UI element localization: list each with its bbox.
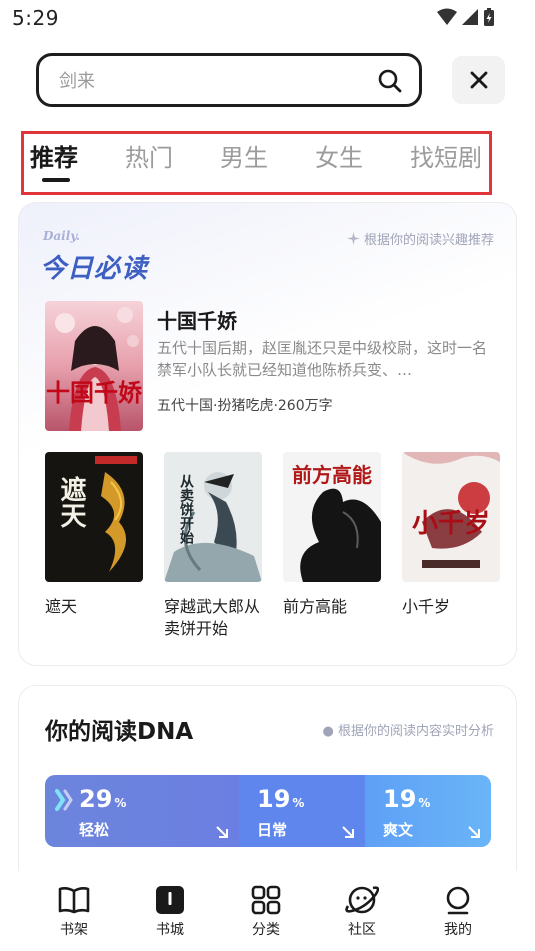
book-cover[interactable]: 小千岁 <box>402 452 500 582</box>
dna-segment[interactable]: 29% 轻松 <box>45 775 239 847</box>
book-cover[interactable]: 前方高能 <box>283 452 381 582</box>
wifi-icon <box>437 8 457 25</box>
dna-tip-text: 根据你的阅读内容实时分析 <box>337 724 494 739</box>
dna-percent: 29 <box>79 785 113 813</box>
close-button[interactable] <box>452 56 505 104</box>
nav-label: 书架 <box>60 922 88 938</box>
book-cover-text: 小千岁 <box>412 508 490 539</box>
nav-item-category[interactable]: 分类 <box>236 883 296 939</box>
book-title: 遮天 <box>45 597 78 616</box>
search-input[interactable] <box>59 68 359 94</box>
nav-label: 我的 <box>444 922 472 938</box>
search-box[interactable] <box>36 53 422 107</box>
book-item[interactable]: 从卖饼开始 穿越武大郎从卖饼开始 <box>164 452 264 640</box>
book-cover-text: 前方高能 <box>292 463 372 487</box>
nav-label: 书城 <box>156 922 184 938</box>
daily-recommend-card: Daily. 今日必读 根据你的阅读兴趣推荐 十国千娇 十国千娇 五代十国后期，… <box>18 202 517 666</box>
recommend-tip-text: 根据你的阅读兴趣推荐 <box>363 233 494 248</box>
dna-label: 日常 <box>257 821 288 839</box>
daily-title: 今日必读 <box>40 254 149 284</box>
dna-percent: 19 <box>257 785 291 813</box>
sparkle-icon <box>346 232 360 245</box>
book-cover[interactable]: 遮天 <box>45 452 143 582</box>
status-bar: 5:29 <box>0 0 535 36</box>
daily-label: Daily. <box>43 229 81 243</box>
tab-hot[interactable]: 热门 <box>125 138 173 173</box>
arrow-down-right-icon <box>468 826 480 838</box>
nav-label: 社区 <box>348 922 376 938</box>
book-item[interactable]: 小千岁 小千岁 <box>402 452 502 618</box>
nav-item-community[interactable]: 社区 <box>332 883 392 939</box>
status-time: 5:29 <box>12 6 59 30</box>
nav-item-bookstore[interactable]: 书城 <box>140 883 200 939</box>
featured-book-meta: 五代十国·扮猪吃虎·260万字 <box>157 398 333 414</box>
dna-unit: % <box>114 796 127 810</box>
tab-male[interactable]: 男生 <box>220 138 268 173</box>
recommend-tip: 根据你的阅读兴趣推荐 <box>346 229 494 248</box>
bookstore-icon <box>156 886 184 914</box>
tab-recommend[interactable]: 推荐 <box>30 138 78 173</box>
featured-book-desc: 五代十国后期，赵匡胤还只是中级校尉，这时一名禁军小队长就已经知道他陈桥兵变、… <box>157 339 488 379</box>
nav-item-bookshelf[interactable]: 书架 <box>44 883 104 939</box>
tab-female[interactable]: 女生 <box>315 138 363 173</box>
featured-book-title[interactable]: 十国千娇 <box>157 305 237 334</box>
dna-unit: % <box>418 796 431 810</box>
dna-segment[interactable]: 19% 爽文 <box>365 775 491 847</box>
planet-icon <box>345 886 379 914</box>
arrow-down-right-icon <box>216 826 228 838</box>
k-logo-icon <box>55 789 73 811</box>
profile-icon <box>446 886 470 915</box>
book-item[interactable]: 遮天 遮天 <box>45 452 145 618</box>
nav-item-profile[interactable]: 我的 <box>428 883 488 939</box>
arrow-down-right-icon <box>342 826 354 838</box>
book-cover-text: 遮天 <box>56 475 86 528</box>
dna-segment[interactable]: 19% 日常 <box>239 775 365 847</box>
dna-bar: 29% 轻松 19% 日常 19% 爽文 <box>45 775 491 847</box>
tab-active-indicator <box>42 178 70 182</box>
book-cover[interactable]: 从卖饼开始 <box>164 452 262 582</box>
book-item[interactable]: 前方高能 前方高能 <box>283 452 383 618</box>
bookshelf-icon <box>58 887 90 914</box>
book-title: 穿越武大郎从卖饼开始 <box>164 597 261 638</box>
book-title: 前方高能 <box>283 597 348 616</box>
dna-title: 你的阅读DNA <box>45 719 194 745</box>
close-icon <box>470 71 487 89</box>
status-icons <box>437 7 495 27</box>
tab-short-drama[interactable]: 找短剧 <box>410 138 482 173</box>
dna-unit: % <box>292 796 305 810</box>
battery-icon <box>484 8 494 26</box>
book-cover-text: 从卖饼开始 <box>178 474 194 545</box>
signal-icon <box>462 9 478 25</box>
featured-book-cover[interactable]: 十国千娇 <box>45 301 143 431</box>
featured-cover-text: 十国千娇 <box>46 378 143 407</box>
nav-label: 分类 <box>252 922 280 938</box>
bottom-nav: 书架 书城 分类 社区 我的 <box>0 871 535 951</box>
book-title: 小千岁 <box>402 597 451 616</box>
dna-label: 轻松 <box>79 821 110 839</box>
dna-label: 爽文 <box>383 821 414 839</box>
dna-tip: ● 根据你的阅读内容实时分析 <box>322 724 495 739</box>
dna-percent: 19 <box>383 785 417 813</box>
search-icon[interactable] <box>377 68 403 94</box>
category-icon <box>251 885 281 915</box>
